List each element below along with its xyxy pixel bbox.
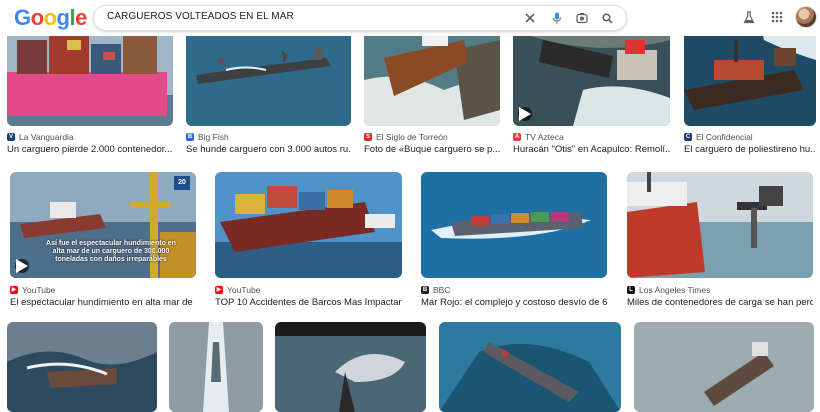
result-title[interactable]: TOP 10 Accidentes de Barcos Mas Impactan… (215, 297, 402, 308)
apps-icon[interactable] (769, 9, 785, 25)
result-thumbnail[interactable] (421, 172, 607, 278)
logo-letter: o (43, 5, 57, 30)
result-title[interactable]: El espectacular hundimiento en alta mar … (10, 297, 196, 308)
logo-letter: g (56, 5, 70, 30)
source-name: Big Fish (198, 132, 229, 142)
source-favicon-icon: S (364, 133, 372, 141)
result-thumbnail[interactable] (215, 172, 402, 278)
source-favicon-icon: A (513, 133, 521, 141)
source-favicon-icon: B (186, 133, 194, 141)
result-card[interactable] (275, 322, 426, 412)
search-icon[interactable] (599, 10, 615, 26)
logo-letter: G (14, 5, 31, 30)
channel-badge: 20 (174, 176, 190, 190)
result-title[interactable]: Mar Rojo: el complejo y costoso desvío d… (421, 297, 607, 308)
source-name: La Vanguardia (19, 132, 74, 142)
source-favicon-icon: L (627, 286, 635, 294)
result-card[interactable]: ▶ YouTube TOP 10 Accidentes de Barcos Ma… (215, 172, 402, 312)
result-source[interactable]: B Big Fish (186, 132, 229, 142)
result-card[interactable]: B BBC Mar Rojo: el complejo y costoso de… (421, 172, 607, 312)
result-title[interactable]: Miles de contenedores de carga se han pe… (627, 297, 813, 308)
result-title[interactable]: Huracán "Otis" en Acapulco: Remolí... (513, 144, 670, 155)
labs-icon[interactable] (741, 9, 757, 25)
result-thumbnail[interactable] (439, 322, 621, 412)
account-avatar[interactable] (795, 6, 817, 28)
close-icon[interactable] (522, 10, 538, 26)
result-thumbnail[interactable] (7, 322, 157, 412)
result-thumbnail[interactable] (169, 322, 263, 412)
result-source[interactable]: L Los Angeles Times (627, 285, 710, 295)
search-input[interactable]: CARGUEROS VOLTEADOS EN EL MAR (107, 11, 294, 22)
source-name: El Confidencial (696, 132, 753, 142)
source-favicon-icon: V (7, 133, 15, 141)
search-box[interactable]: CARGUEROS VOLTEADOS EN EL MAR (93, 5, 627, 31)
source-name: BBC (433, 285, 451, 295)
logo-letter: e (75, 5, 87, 30)
result-source[interactable]: C El Confidencial (684, 132, 753, 142)
result-card[interactable] (169, 322, 263, 412)
google-logo[interactable]: Google (14, 5, 87, 31)
result-title[interactable]: El carguero de poliestireno hu... (684, 144, 816, 155)
result-card[interactable]: L Los Angeles Times Miles de contenedore… (627, 172, 813, 312)
source-name: YouTube (227, 285, 261, 295)
result-thumbnail[interactable] (275, 322, 426, 412)
result-thumbnail[interactable] (627, 172, 813, 278)
result-source[interactable]: ▶ YouTube (10, 285, 55, 295)
result-card[interactable]: 20 Así fue el espectacular hundimiento e… (10, 172, 196, 312)
video-play-icon (518, 107, 532, 121)
result-title[interactable]: Un carguero pierde 2.000 contenedor... (7, 144, 173, 155)
youtube-icon: ▶ (10, 286, 18, 294)
result-card[interactable] (439, 322, 621, 412)
source-name: YouTube (22, 285, 56, 295)
result-source[interactable]: ▶ YouTube (215, 285, 260, 295)
result-source[interactable]: A TV Azteca (513, 132, 564, 142)
source-name: TV Azteca (525, 132, 564, 142)
video-caption: Así fue el espectacular hundimiento en a… (46, 240, 176, 263)
source-name: El Siglo de Torreón (376, 132, 448, 142)
video-play-icon (15, 259, 29, 273)
result-title[interactable]: Se hunde carguero con 3.000 autos ru... (186, 144, 351, 155)
source-favicon-icon: B (421, 286, 429, 294)
result-title[interactable]: Foto de «Buque carguero se p... (364, 144, 500, 155)
source-favicon-icon: C (684, 133, 692, 141)
result-thumbnail[interactable] (634, 322, 814, 412)
result-source[interactable]: B BBC (421, 285, 450, 295)
microphone-icon[interactable] (549, 10, 565, 26)
result-card[interactable] (7, 322, 157, 412)
lens-icon[interactable] (574, 10, 590, 26)
youtube-icon: ▶ (215, 286, 223, 294)
result-card[interactable] (634, 322, 814, 412)
result-thumbnail[interactable]: 20 Así fue el espectacular hundimiento e… (10, 172, 196, 278)
source-name: Los Angeles Times (639, 285, 711, 295)
logo-letter: o (30, 5, 44, 30)
top-bar: Google CARGUEROS VOLTEADOS EN EL MAR (0, 0, 820, 36)
result-source[interactable]: S El Siglo de Torreón (364, 132, 448, 142)
result-source[interactable]: V La Vanguardia (7, 132, 74, 142)
